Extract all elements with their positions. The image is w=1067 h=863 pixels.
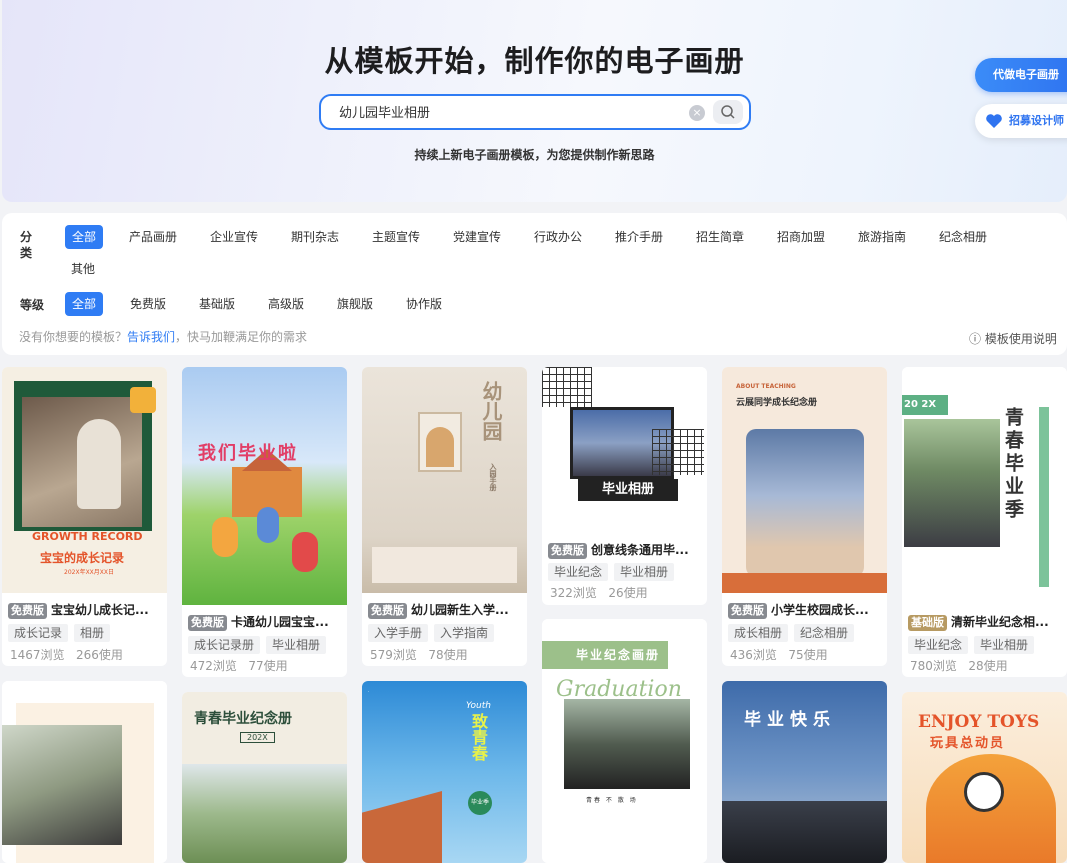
hero-subtitle: 持续上新电子画册模板，为您提供制作新思路	[414, 148, 655, 162]
card-title: 免费版 幼儿园新生入学...	[368, 601, 523, 619]
clear-icon[interactable]: ×	[689, 105, 705, 121]
category-memorial[interactable]: 纪念相册	[933, 225, 993, 249]
template-card[interactable]	[2, 681, 167, 863]
category-enroll[interactable]: 招生简章	[690, 225, 750, 249]
page-title: 从模板开始，制作你的电子画册	[324, 44, 745, 78]
feedback-link[interactable]: 告诉我们	[127, 330, 175, 344]
cover-cn: 青春毕业纪念册	[194, 711, 292, 727]
template-cover: 青春毕业纪念册 202X	[182, 692, 347, 863]
cover-cn: 我们毕业啦	[198, 443, 298, 464]
template-cover: 我们毕业啦	[182, 367, 347, 605]
card-tags: 成长记录 相册	[8, 624, 116, 642]
cover-en: GROWTH RECORD	[32, 530, 143, 543]
card-stats: 579浏览 78使用	[370, 648, 468, 662]
card-tags: 成长记录册 毕业相册	[188, 636, 332, 654]
cover-cn: 毕业快乐	[744, 710, 836, 730]
card-stats: 436浏览 75使用	[730, 648, 828, 662]
template-cover: 幼儿园 入园手册	[362, 367, 527, 593]
cover-cn: 毕业纪念画册	[542, 641, 668, 669]
level-collab[interactable]: 协作版	[400, 292, 448, 316]
cover-cn: 致青春	[469, 713, 488, 761]
category-travel[interactable]: 旅游指南	[852, 225, 912, 249]
template-guide-link[interactable]: ⓘ 模板使用说明	[969, 330, 1057, 347]
card-title: 免费版 宝宝幼儿成长记...	[8, 601, 163, 619]
template-card[interactable]: 我们毕业啦 免费版 卡通幼儿园宝宝... 成长记录册 毕业相册 472浏览 77使用	[182, 367, 347, 677]
template-card[interactable]: 毕业快乐	[722, 681, 887, 863]
custom-album-button[interactable]: 代做电子画册	[975, 58, 1067, 92]
template-cover: · Youth 致青春 毕业季	[362, 681, 527, 863]
category-promo[interactable]: 推介手册	[609, 225, 669, 249]
card-tags: 毕业纪念 毕业相册	[908, 636, 1040, 654]
category-admin[interactable]: 行政办公	[528, 225, 588, 249]
recruit-designer-button[interactable]: 招募设计师	[975, 104, 1067, 138]
template-cover: 毕业快乐	[722, 681, 887, 863]
card-title: 免费版 卡通幼儿园宝宝...	[188, 613, 343, 631]
level-flagship[interactable]: 旗舰版	[331, 292, 379, 316]
template-card[interactable]: ABOUT TEACHING 云展同学成长纪念册 免费版 小学生校园成长... 成…	[722, 367, 887, 666]
template-card[interactable]: ENJOY TOYS 玩具总动员	[902, 692, 1067, 863]
card-stats: 322浏览 26使用	[550, 586, 648, 600]
template-card[interactable]: 20 2X TIME 青春毕业季 基础版清新毕业纪念相... 毕业纪念毕业相册 …	[902, 367, 1067, 677]
category-theme[interactable]: 主题宣传	[366, 225, 426, 249]
category-party[interactable]: 党建宣传	[447, 225, 507, 249]
level-badge: 免费版	[8, 603, 47, 619]
card-stats: 780浏览 28使用	[910, 659, 1008, 673]
cover-cn: 云展同学成长纪念册	[736, 398, 818, 408]
category-journal[interactable]: 期刊杂志	[285, 225, 345, 249]
category-enterprise[interactable]: 企业宣传	[204, 225, 264, 249]
template-card[interactable]: 毕业纪念画册 Graduation 青春 不 散 场	[542, 619, 707, 863]
template-card[interactable]: 青春毕业纪念册 202X	[182, 692, 347, 863]
level-label: 等级	[20, 298, 45, 312]
search-icon	[721, 105, 735, 119]
card-tags: 成长相册 纪念相册	[728, 624, 860, 642]
template-card[interactable]: GROWTH RECORD 宝宝的成长记录 202X年XX月XX日 免费版 宝宝幼…	[2, 367, 167, 666]
template-cover: 20 2X TIME 青春毕业季	[902, 367, 1067, 605]
card-stats: 1467浏览 266使用	[10, 648, 123, 662]
template-card[interactable]: 毕业相册 免费版 创意线条通用毕... 毕业纪念 毕业相册 322浏览 26使用	[542, 367, 707, 605]
category-other[interactable]: 其他	[65, 257, 101, 281]
template-cover: GROWTH RECORD 宝宝的成长记录 202X年XX月XX日	[2, 367, 167, 593]
card-tags: 入学手册 入学指南	[368, 624, 500, 642]
template-card[interactable]: · Youth 致青春 毕业季	[362, 681, 527, 863]
cover-cn: 幼儿园	[479, 381, 503, 441]
search-box[interactable]: ×	[319, 94, 751, 130]
search-button[interactable]	[713, 100, 743, 124]
recruit-designer-label: 招募设计师	[1009, 114, 1064, 127]
category-all[interactable]: 全部	[65, 225, 104, 249]
template-cover: 毕业纪念画册 Graduation 青春 不 散 场	[542, 619, 707, 863]
level-advanced[interactable]: 高级版	[262, 292, 310, 316]
template-cover: ABOUT TEACHING 云展同学成长纪念册	[722, 367, 887, 593]
card-title: 免费版 创意线条通用毕...	[548, 541, 703, 559]
cover-cn: 青春毕业季	[1002, 407, 1024, 522]
cover-cn: 玩具总动员	[930, 736, 1006, 751]
feedback-hint: 没有你想要的模板？告诉我们，快马加鞭满足你的需求	[19, 330, 308, 344]
template-cover: 毕业相册	[542, 367, 707, 533]
template-card[interactable]: 幼儿园 入园手册 免费版 幼儿园新生入学... 入学手册 入学指南 579浏览 78…	[362, 367, 527, 666]
level-free[interactable]: 免费版	[124, 292, 172, 316]
card-stats: 472浏览 77使用	[190, 659, 288, 673]
card-tags: 毕业纪念 毕业相册	[548, 563, 680, 581]
card-title: 基础版 清新毕业纪念相...	[908, 613, 1063, 631]
cover-cn: 宝宝的成长记录	[40, 551, 125, 565]
heart-icon	[986, 114, 1002, 128]
info-icon: ⓘ	[969, 332, 982, 346]
search-input[interactable]	[339, 104, 679, 119]
template-cover: ENJOY TOYS 玩具总动员	[902, 692, 1067, 863]
category-franchise[interactable]: 招商加盟	[771, 225, 831, 249]
cover-cn: 毕业相册	[578, 479, 678, 501]
level-basic[interactable]: 基础版	[193, 292, 241, 316]
level-all[interactable]: 全部	[65, 292, 104, 316]
category-product[interactable]: 产品画册	[123, 225, 183, 249]
template-cover	[2, 681, 167, 863]
category-label: 分类	[20, 230, 33, 260]
card-title: 免费版 小学生校园成长...	[728, 601, 883, 619]
